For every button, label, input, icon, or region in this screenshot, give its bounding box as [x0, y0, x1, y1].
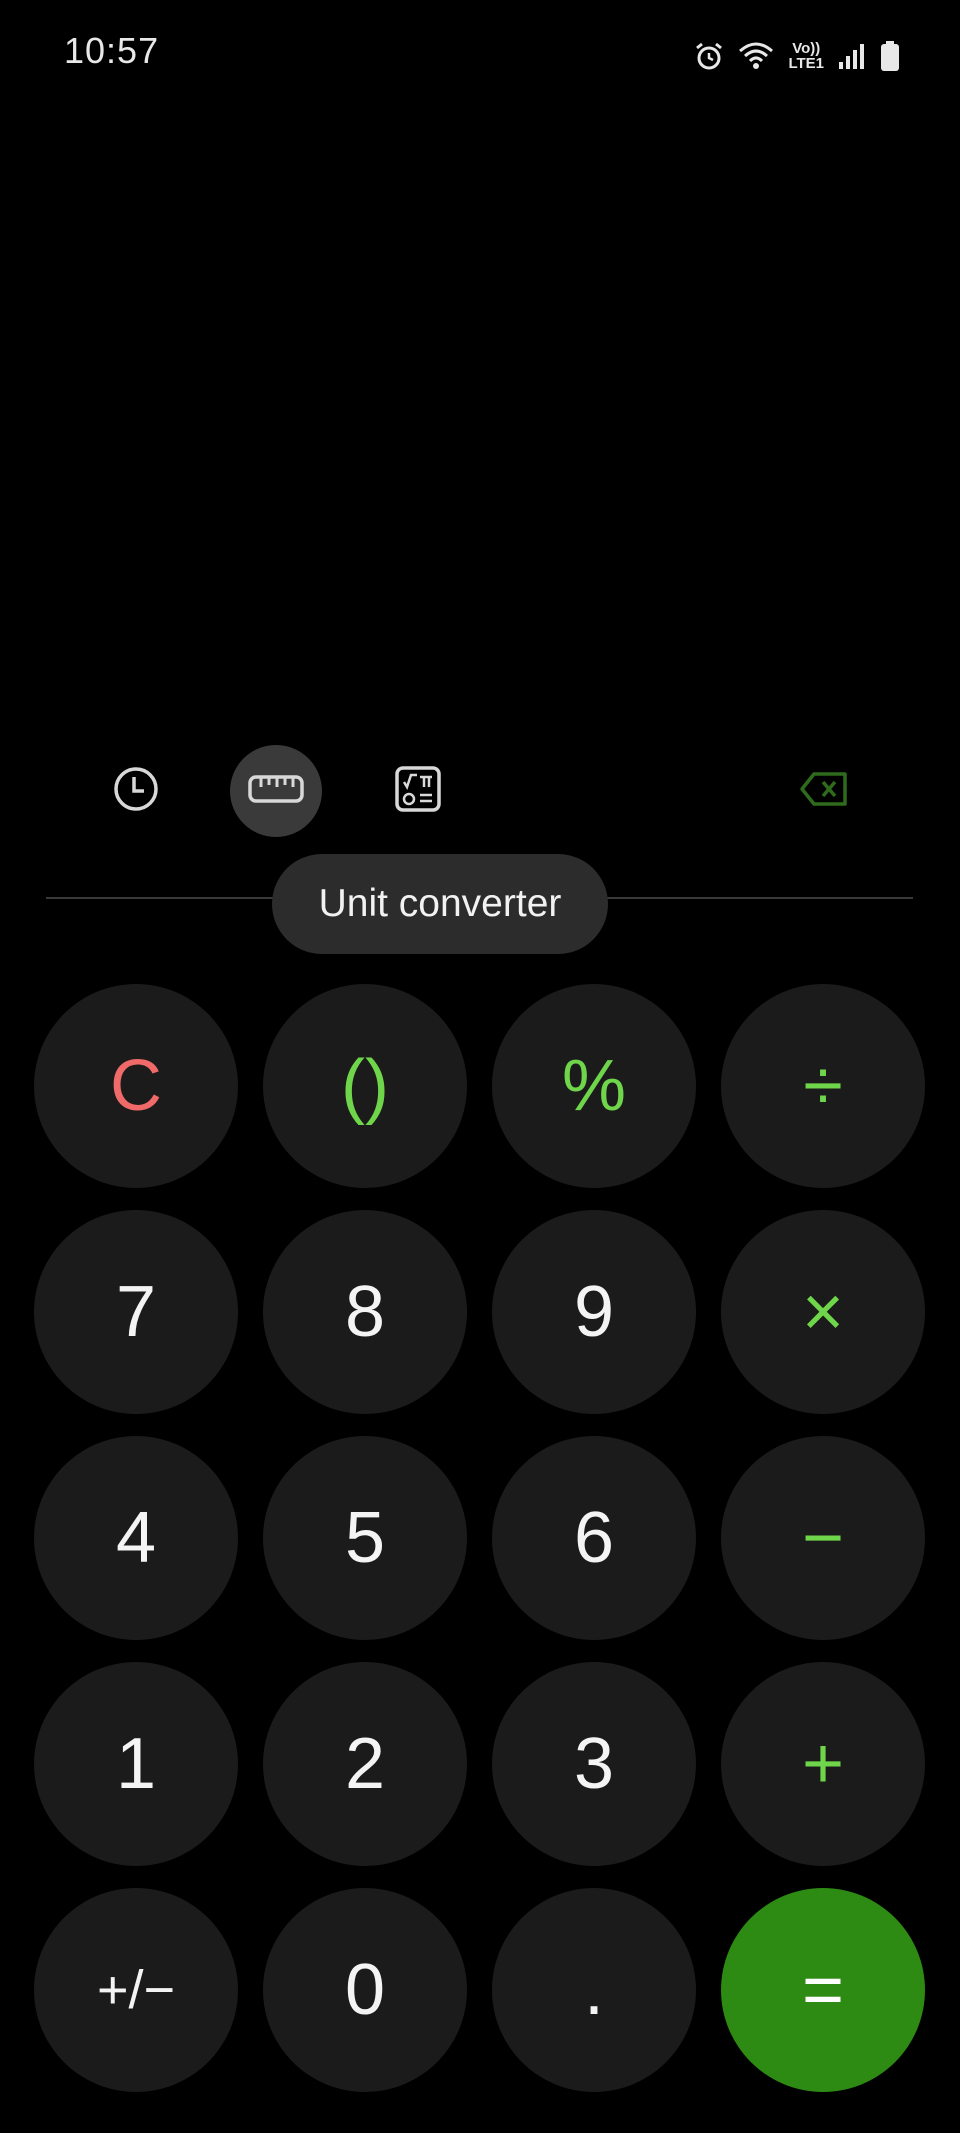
add-button[interactable]: + [721, 1662, 925, 1866]
multiply-button[interactable]: × [721, 1210, 925, 1414]
backspace-button[interactable] [778, 745, 870, 837]
digit-6-button[interactable]: 6 [492, 1436, 696, 1640]
digit-2-button[interactable]: 2 [263, 1662, 467, 1866]
volte-icon: Vo)) LTE1 [788, 41, 824, 71]
equals-button[interactable]: = [721, 1888, 925, 2092]
unit-converter-button[interactable] [230, 745, 322, 837]
divide-button[interactable]: ÷ [721, 984, 925, 1188]
digit-5-button[interactable]: 5 [263, 1436, 467, 1640]
digit-0-button[interactable]: 0 [263, 1888, 467, 2092]
calculator-display[interactable] [0, 110, 960, 730]
history-button[interactable] [90, 745, 182, 837]
decimal-point-button[interactable]: . [492, 1888, 696, 2092]
digit-1-button[interactable]: 1 [34, 1662, 238, 1866]
alarm-icon [694, 41, 724, 71]
percent-button[interactable]: % [492, 984, 696, 1188]
parentheses-button[interactable]: () [263, 984, 467, 1188]
scientific-mode-button[interactable] [372, 745, 464, 837]
battery-icon [880, 40, 900, 72]
signal-icon [838, 42, 866, 70]
calculator-toolbar [0, 745, 960, 845]
plus-minus-button[interactable]: +/− [34, 1888, 238, 2092]
volte-bottom-label: LTE1 [788, 55, 824, 72]
status-time: 10:57 [64, 30, 160, 71]
wifi-icon [738, 41, 774, 71]
ruler-icon [248, 774, 304, 809]
volte-top-label: Vo)) [792, 40, 821, 57]
status-icons: Vo)) LTE1 [694, 36, 900, 76]
subtract-button[interactable]: − [721, 1436, 925, 1640]
status-bar: 10:57 Vo)) LTE1 [0, 0, 960, 110]
scientific-icon [395, 765, 441, 817]
clear-button[interactable]: C [34, 984, 238, 1188]
digit-7-button[interactable]: 7 [34, 1210, 238, 1414]
digit-9-button[interactable]: 9 [492, 1210, 696, 1414]
backspace-icon [799, 771, 849, 812]
unit-converter-tooltip: Unit converter [272, 854, 608, 954]
digit-3-button[interactable]: 3 [492, 1662, 696, 1866]
digit-4-button[interactable]: 4 [34, 1436, 238, 1640]
clock-icon [112, 765, 160, 818]
digit-8-button[interactable]: 8 [263, 1210, 467, 1414]
